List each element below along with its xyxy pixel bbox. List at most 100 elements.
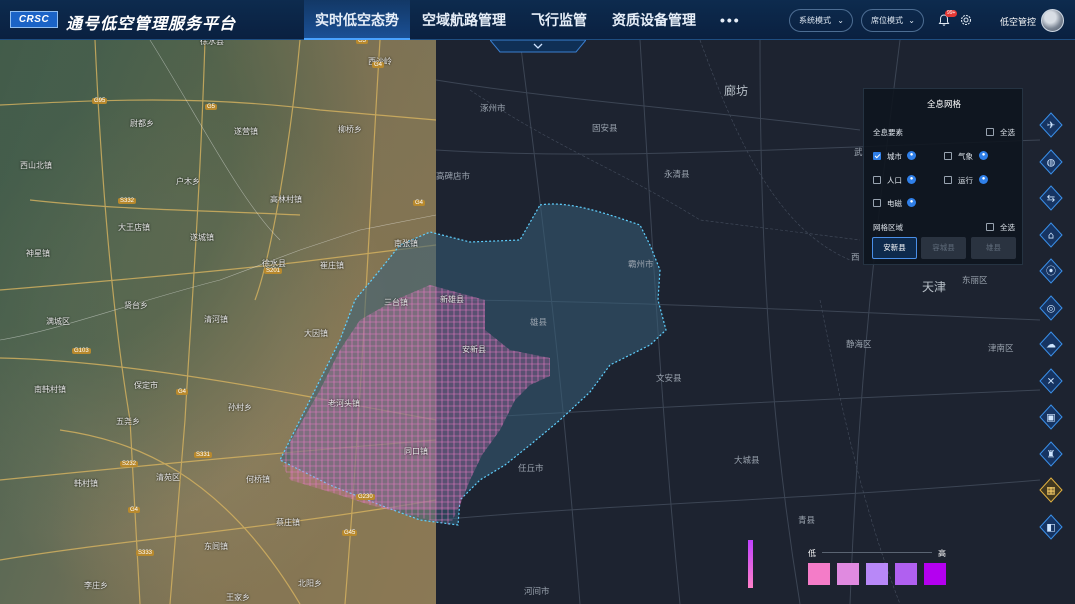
- nav-equipment[interactable]: 资质设备管理: [604, 0, 704, 40]
- grid-icon[interactable]: ▦: [1038, 477, 1064, 503]
- place-label: 大王店镇: [118, 223, 150, 232]
- drone-icon[interactable]: ✈: [1038, 112, 1064, 138]
- place-label: 崔庄镇: [320, 261, 344, 270]
- road-badge: G95: [92, 98, 108, 104]
- population-checkbox[interactable]: [873, 176, 881, 184]
- place-label: 遂营镇: [234, 127, 258, 136]
- place-label: 柳桥乡: [338, 125, 362, 134]
- nav-more-button[interactable]: •••: [720, 12, 741, 28]
- device-icon[interactable]: ▣: [1038, 404, 1064, 430]
- road-badge: G4: [372, 62, 385, 68]
- region-select-all-checkbox[interactable]: [986, 223, 994, 231]
- system-mode-label: 系统模式: [799, 16, 831, 25]
- place-label: 河间市: [524, 586, 550, 596]
- nav-airspace-route[interactable]: 空域航路管理: [414, 0, 514, 40]
- place-label: 蔡庄镇: [276, 518, 300, 527]
- airspace-icon[interactable]: ⌂: [1038, 221, 1064, 248]
- legend-swatch: [808, 563, 830, 585]
- svg-text:◧: ◧: [1046, 522, 1055, 533]
- app-root: 徐水县西沙岭尉都乡柳桥乡遂营镇西山北镇户木乡高林村镇大王店镇遂城镇南张镇神星镇徐…: [0, 0, 1075, 604]
- place-label: 新雄县: [440, 295, 464, 304]
- palette-icon[interactable]: ●: [907, 151, 916, 160]
- place-label: 户木乡: [176, 177, 200, 186]
- place-label: 清苑区: [156, 473, 180, 482]
- place-label: 任丘市: [518, 463, 544, 473]
- region-rongcheng-button[interactable]: 容城县: [921, 237, 966, 259]
- legend-bar: [748, 540, 753, 588]
- region-section-label: 网格区域: [873, 223, 903, 232]
- chevron-down-icon: ⌄: [837, 16, 844, 25]
- place-label: 同口镇: [404, 447, 428, 456]
- notification-badge: 99+: [945, 10, 958, 17]
- place-label: 贤台乡: [124, 301, 148, 310]
- place-label: 南张镇: [394, 239, 418, 248]
- place-label: 文安县: [656, 373, 682, 383]
- seat-mode-select[interactable]: 席位模式 ⌄: [861, 9, 924, 32]
- palette-icon[interactable]: ●: [979, 175, 988, 184]
- chevron-down-icon: ⌄: [908, 16, 915, 25]
- location-icon[interactable]: ⦿: [1038, 258, 1064, 284]
- place-label: 保定市: [134, 381, 158, 390]
- weather-checkbox[interactable]: [944, 152, 952, 160]
- operation-checkbox[interactable]: [944, 176, 952, 184]
- city-label: 城市: [887, 152, 902, 161]
- collapse-toggle[interactable]: [490, 40, 586, 54]
- legend-low-label: 低: [808, 549, 816, 558]
- operation-label: 运行: [958, 176, 973, 185]
- road-badge: S201: [264, 268, 283, 274]
- place-label: 高林村镇: [270, 195, 302, 204]
- road-badge: G230: [356, 494, 375, 500]
- palette-icon[interactable]: ●: [979, 151, 988, 160]
- avatar[interactable]: [1041, 9, 1064, 32]
- place-label: 大因镇: [304, 329, 328, 338]
- svg-text:✕: ✕: [1047, 376, 1055, 387]
- place-label: 津南区: [988, 343, 1014, 353]
- place-label: 李庄乡: [84, 581, 108, 590]
- population-label: 人口: [887, 176, 902, 185]
- region-anxin-button[interactable]: 安新县: [872, 237, 917, 259]
- group-icon[interactable]: ◍: [1038, 148, 1064, 175]
- tower-icon[interactable]: ♜: [1038, 440, 1064, 467]
- svg-text:⦿: ⦿: [1046, 266, 1056, 278]
- place-label: 王家乡: [226, 593, 250, 602]
- seat-mode-label: 席位模式: [871, 16, 903, 25]
- top-header: CRSC 通号低空管理服务平台 实时低空态势 空域航路管理 飞行监管 资质设备管…: [0, 0, 1075, 40]
- layer-icon[interactable]: ◧: [1038, 513, 1064, 540]
- radar-icon[interactable]: ◎: [1038, 294, 1064, 321]
- place-label: 遂城镇: [190, 233, 214, 242]
- place-label: 大城县: [734, 455, 760, 465]
- region-xiong-button[interactable]: 雄县: [971, 237, 1016, 259]
- weather-icon[interactable]: ☁: [1038, 331, 1064, 357]
- svg-text:⌂: ⌂: [1048, 230, 1054, 241]
- svg-text:▦: ▦: [1046, 486, 1055, 497]
- nav-flight-supervision[interactable]: 飞行监管: [522, 0, 596, 40]
- place-label: 东闾镇: [204, 542, 228, 551]
- city-checkbox[interactable]: [873, 152, 881, 160]
- place-label: 韩村镇: [74, 479, 98, 488]
- road-badge: G4: [176, 389, 189, 395]
- elements-select-all-checkbox[interactable]: [986, 128, 994, 136]
- place-label: 廊坊: [724, 84, 749, 98]
- palette-icon[interactable]: ●: [907, 175, 916, 184]
- place-label: 东丽区: [962, 275, 988, 285]
- network-icon[interactable]: ✕: [1038, 367, 1064, 394]
- place-label: 五尧乡: [116, 417, 140, 426]
- palette-icon[interactable]: ●: [907, 198, 916, 207]
- svg-text:☁: ☁: [1046, 340, 1056, 351]
- system-mode-select[interactable]: 系统模式 ⌄: [789, 9, 853, 32]
- user-name: 低空管控: [1000, 17, 1037, 27]
- route-icon[interactable]: ⇆: [1038, 185, 1064, 211]
- nav-realtime-situation[interactable]: 实时低空态势: [304, 0, 410, 40]
- legend-high-label: 高: [938, 549, 946, 558]
- road-badge: G45: [342, 530, 358, 536]
- electromagnetic-checkbox[interactable]: [873, 199, 881, 207]
- svg-text:◎: ◎: [1047, 303, 1056, 314]
- svg-text:⇆: ⇆: [1047, 194, 1055, 205]
- place-label: 永清县: [664, 169, 690, 179]
- place-label: 满城区: [46, 317, 70, 326]
- legend-line: [822, 552, 932, 553]
- road-badge: S333: [136, 550, 155, 556]
- place-label: 何桥镇: [246, 475, 270, 484]
- gear-icon[interactable]: [959, 13, 973, 27]
- place-label: 老河头镇: [328, 399, 360, 408]
